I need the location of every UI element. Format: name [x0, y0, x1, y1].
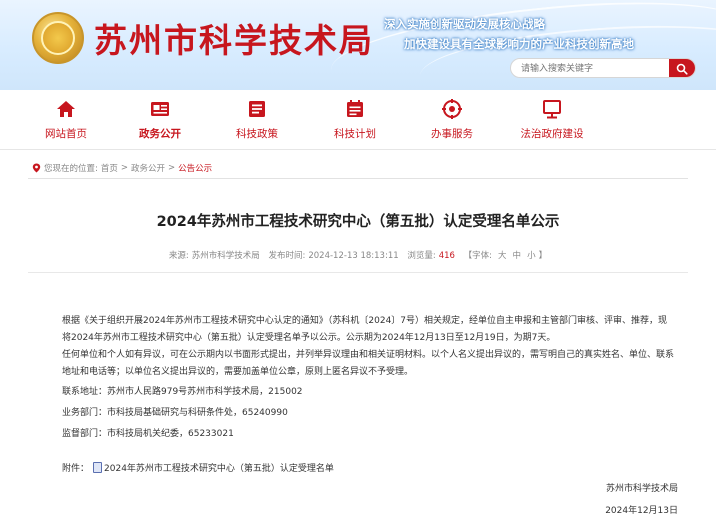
header-banner: 苏州市科学技术局 深入实施创新驱动发展核心战略 加快建设具有全球影响力的产业科技…	[0, 0, 716, 90]
font-small-button[interactable]: 小	[527, 251, 536, 261]
signature-org: 苏州市科学技术局	[605, 484, 678, 494]
supervision-department: 监督部门：市科技局机关纪委，65233021	[62, 429, 234, 439]
search-box	[510, 58, 696, 78]
font-medium-button[interactable]: 中	[513, 251, 522, 261]
nav-item-plan[interactable]: 科技计划	[315, 98, 395, 141]
nav-item-law-government[interactable]: 法治政府建设	[512, 98, 592, 141]
view-count: 416	[438, 251, 455, 261]
nav-item-service[interactable]: 办事服务	[412, 98, 492, 141]
nav-item-label: 网站首页	[45, 128, 87, 140]
emblem-icon[interactable]	[32, 12, 84, 64]
search-input[interactable]	[521, 61, 671, 77]
breadcrumb: 您现在的位置: 首页 > 政务公开 > 公告公示	[32, 162, 212, 174]
breadcrumb-open-government[interactable]: 政务公开	[131, 162, 165, 174]
business-department: 业务部门：市科技局基础研究与科研条件处，65240990	[62, 408, 288, 418]
article-paragraph-2: 任何单位和个人如有异议，可在公示期内以书面形式提出，并列举异议理由和相关证明材料…	[62, 350, 675, 377]
nav-item-open-government[interactable]: 政务公开	[120, 98, 200, 141]
slogan-line2: 加快建设具有全球影响力的产业科技创新高地	[404, 37, 634, 51]
breadcrumb-current[interactable]: 公告公示	[178, 162, 212, 174]
file-icon	[93, 462, 103, 473]
attachment-label: 附件：	[62, 464, 90, 474]
nav-item-label: 科技政策	[236, 128, 278, 140]
divider	[28, 272, 688, 273]
nav-item-policy[interactable]: 科技政策	[217, 98, 297, 141]
service-icon	[442, 99, 462, 119]
divider	[28, 178, 688, 179]
source-label: 来源:	[168, 251, 189, 261]
breadcrumb-home[interactable]: 首页	[101, 162, 118, 174]
main-nav: 网站首页 政务公开 科技政策 科技计划 办事服务 法治政府建设	[0, 90, 716, 150]
attachment-link[interactable]: 2024年苏州市工程技术研究中心（第五批）认定受理名单	[104, 461, 334, 474]
breadcrumb-separator: >	[120, 163, 129, 173]
site-title[interactable]: 苏州市科学技术局	[94, 14, 374, 62]
search-button[interactable]	[669, 59, 695, 77]
slogan-line1: 深入实施创新驱动发展核心战略	[384, 17, 545, 31]
nav-item-home[interactable]: 网站首页	[26, 98, 106, 141]
signature-date: 2024年12月13日	[605, 506, 678, 516]
open-government-icon	[151, 102, 169, 116]
publish-date: 2024-12-13 18:13:11	[308, 251, 399, 261]
article-title: 2024年苏州市工程技术研究中心（第五批）认定受理名单公示	[156, 214, 560, 230]
contact-address: 联系地址：苏州市人民路979号苏州市科学技术局，215002	[62, 387, 303, 397]
breadcrumb-prefix: 您现在的位置:	[44, 164, 98, 174]
source: 苏州市科学技术局	[191, 251, 260, 261]
location-pin-icon	[32, 163, 41, 173]
policy-icon	[249, 101, 265, 117]
font-large-button[interactable]: 大	[498, 251, 507, 261]
article-paragraph-1: 根据《关于组织开展2024年苏州市工程技术研究中心认定的通知》（苏科机〔2024…	[62, 316, 668, 343]
nav-item-label: 法治政府建设	[520, 128, 584, 140]
nav-item-label: 政务公开	[139, 128, 181, 140]
font-label: 【字体:	[463, 251, 493, 261]
breadcrumb-separator: >	[168, 163, 176, 173]
search-icon	[676, 63, 688, 75]
font-end: 】	[538, 251, 548, 261]
law-government-icon	[543, 100, 561, 119]
plan-icon	[347, 100, 363, 117]
attachment: 附件： 2024年苏州市工程技术研究中心（第五批）认定受理名单	[62, 461, 334, 474]
nav-item-label: 科技计划	[334, 128, 376, 140]
home-icon	[57, 101, 75, 117]
nav-item-label: 办事服务	[431, 128, 473, 140]
article-meta: 来源: 苏州市科学技术局 发布时间: 2024-12-13 18:13:11 浏览量…	[0, 249, 716, 261]
views-label: 浏览量:	[407, 251, 436, 261]
date-label: 发布时间:	[268, 251, 306, 261]
